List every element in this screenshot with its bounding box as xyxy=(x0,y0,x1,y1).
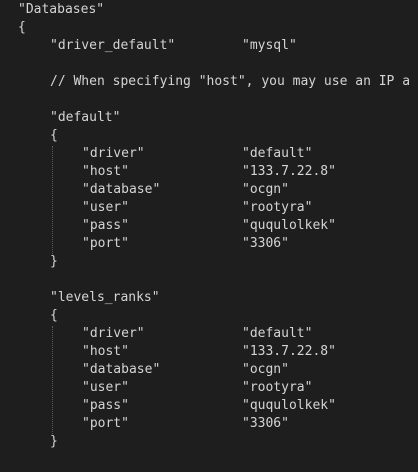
code-value: "3306" xyxy=(242,236,289,251)
code-value: "ocgn" xyxy=(242,362,289,377)
code-key: "pass" xyxy=(82,398,129,413)
code-value: "ququlolkek" xyxy=(242,398,336,413)
code-editor[interactable]: "Databases" { "driver_default" "mysql" /… xyxy=(0,0,418,472)
code-key: "host" xyxy=(82,164,129,179)
code-line: } xyxy=(50,254,58,269)
code-line: { xyxy=(50,128,58,143)
code-value: "default" xyxy=(242,326,313,341)
code-key: "database" xyxy=(82,182,161,197)
code-value: "ocgn" xyxy=(242,182,289,197)
indent-guide xyxy=(52,326,53,434)
code-value: "rootyra" xyxy=(242,200,313,215)
code-value: "133.7.22.8" xyxy=(242,164,336,179)
code-line: { xyxy=(18,20,26,35)
code-key: "levels_ranks" xyxy=(50,290,160,305)
code-line: } xyxy=(50,434,58,449)
code-value: "ququlolkek" xyxy=(242,218,336,233)
code-comment: // When specifying "host", you may use a… xyxy=(50,74,411,89)
code-key: "driver" xyxy=(82,326,145,341)
code-value: "133.7.22.8" xyxy=(242,344,336,359)
indent-guide xyxy=(52,146,53,254)
code-key: "user" xyxy=(82,200,129,215)
code-value: "3306" xyxy=(242,416,289,431)
code-line: "Databases" xyxy=(18,2,105,17)
code-value: "mysql" xyxy=(242,38,297,53)
code-key: "driver_default" xyxy=(50,38,176,53)
code-key: "port" xyxy=(82,416,129,431)
code-line: { xyxy=(50,308,58,323)
code-key: "database" xyxy=(82,362,161,377)
code-key: "pass" xyxy=(82,218,129,233)
code-key: "default" xyxy=(50,110,121,125)
code-key: "user" xyxy=(82,380,129,395)
code-value: "default" xyxy=(242,146,313,161)
code-key: "host" xyxy=(82,344,129,359)
code-key: "driver" xyxy=(82,146,145,161)
code-value: "rootyra" xyxy=(242,380,313,395)
code-key: "port" xyxy=(82,236,129,251)
